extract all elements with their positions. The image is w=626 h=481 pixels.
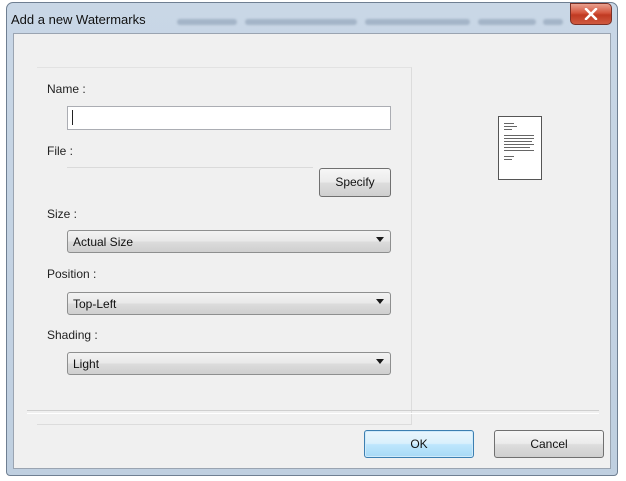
background-blur	[245, 19, 357, 25]
preview-line	[504, 144, 534, 145]
preview-line	[504, 135, 534, 136]
size-select[interactable]: Actual Size	[67, 230, 391, 253]
shading-label: Shading :	[47, 328, 98, 342]
size-selected-value: Actual Size	[73, 235, 134, 249]
preview-line	[504, 123, 514, 124]
preview-line	[504, 138, 534, 139]
specify-button-label: Specify	[335, 175, 375, 189]
close-button[interactable]	[570, 3, 612, 25]
cancel-button-label: Cancel	[530, 437, 568, 451]
specify-button[interactable]: Specify	[319, 168, 391, 197]
ok-button-label: OK	[410, 437, 428, 451]
background-blur	[478, 19, 536, 25]
chevron-down-icon	[376, 237, 384, 242]
footer-separator	[27, 410, 599, 414]
file-path-display	[67, 167, 313, 168]
preview-line	[504, 156, 514, 157]
ok-button[interactable]: OK	[364, 430, 474, 458]
cancel-button[interactable]: Cancel	[494, 430, 604, 458]
name-field[interactable]	[67, 106, 391, 130]
shading-selected-value: Light	[73, 357, 100, 371]
preview-line	[504, 147, 530, 148]
page-preview-icon	[498, 116, 542, 180]
text-caret	[72, 110, 73, 125]
title-bar[interactable]: Add a new Watermarks	[7, 3, 617, 33]
preview-line	[504, 129, 512, 130]
background-blur	[177, 19, 237, 25]
position-selected-value: Top-Left	[73, 297, 117, 311]
background-blur	[365, 19, 470, 25]
dialog-body: Name : File : Specify Size : Actual Size…	[13, 33, 611, 469]
close-icon	[584, 7, 598, 21]
name-label: Name :	[47, 82, 86, 96]
size-label: Size :	[47, 207, 78, 221]
preview-line	[504, 159, 512, 160]
file-label: File :	[47, 144, 74, 158]
background-blur	[543, 19, 563, 25]
dialog-window: Add a new Watermarks Name : File : Speci…	[6, 2, 618, 476]
preview-line	[504, 150, 534, 151]
preview-line	[504, 141, 532, 142]
preview-line	[504, 126, 517, 127]
chevron-down-icon	[376, 359, 384, 364]
shading-select[interactable]: Light	[67, 352, 391, 375]
chevron-down-icon	[376, 299, 384, 304]
position-select[interactable]: Top-Left	[67, 292, 391, 315]
position-label: Position :	[47, 267, 97, 281]
window-title: Add a new Watermarks	[11, 12, 146, 27]
